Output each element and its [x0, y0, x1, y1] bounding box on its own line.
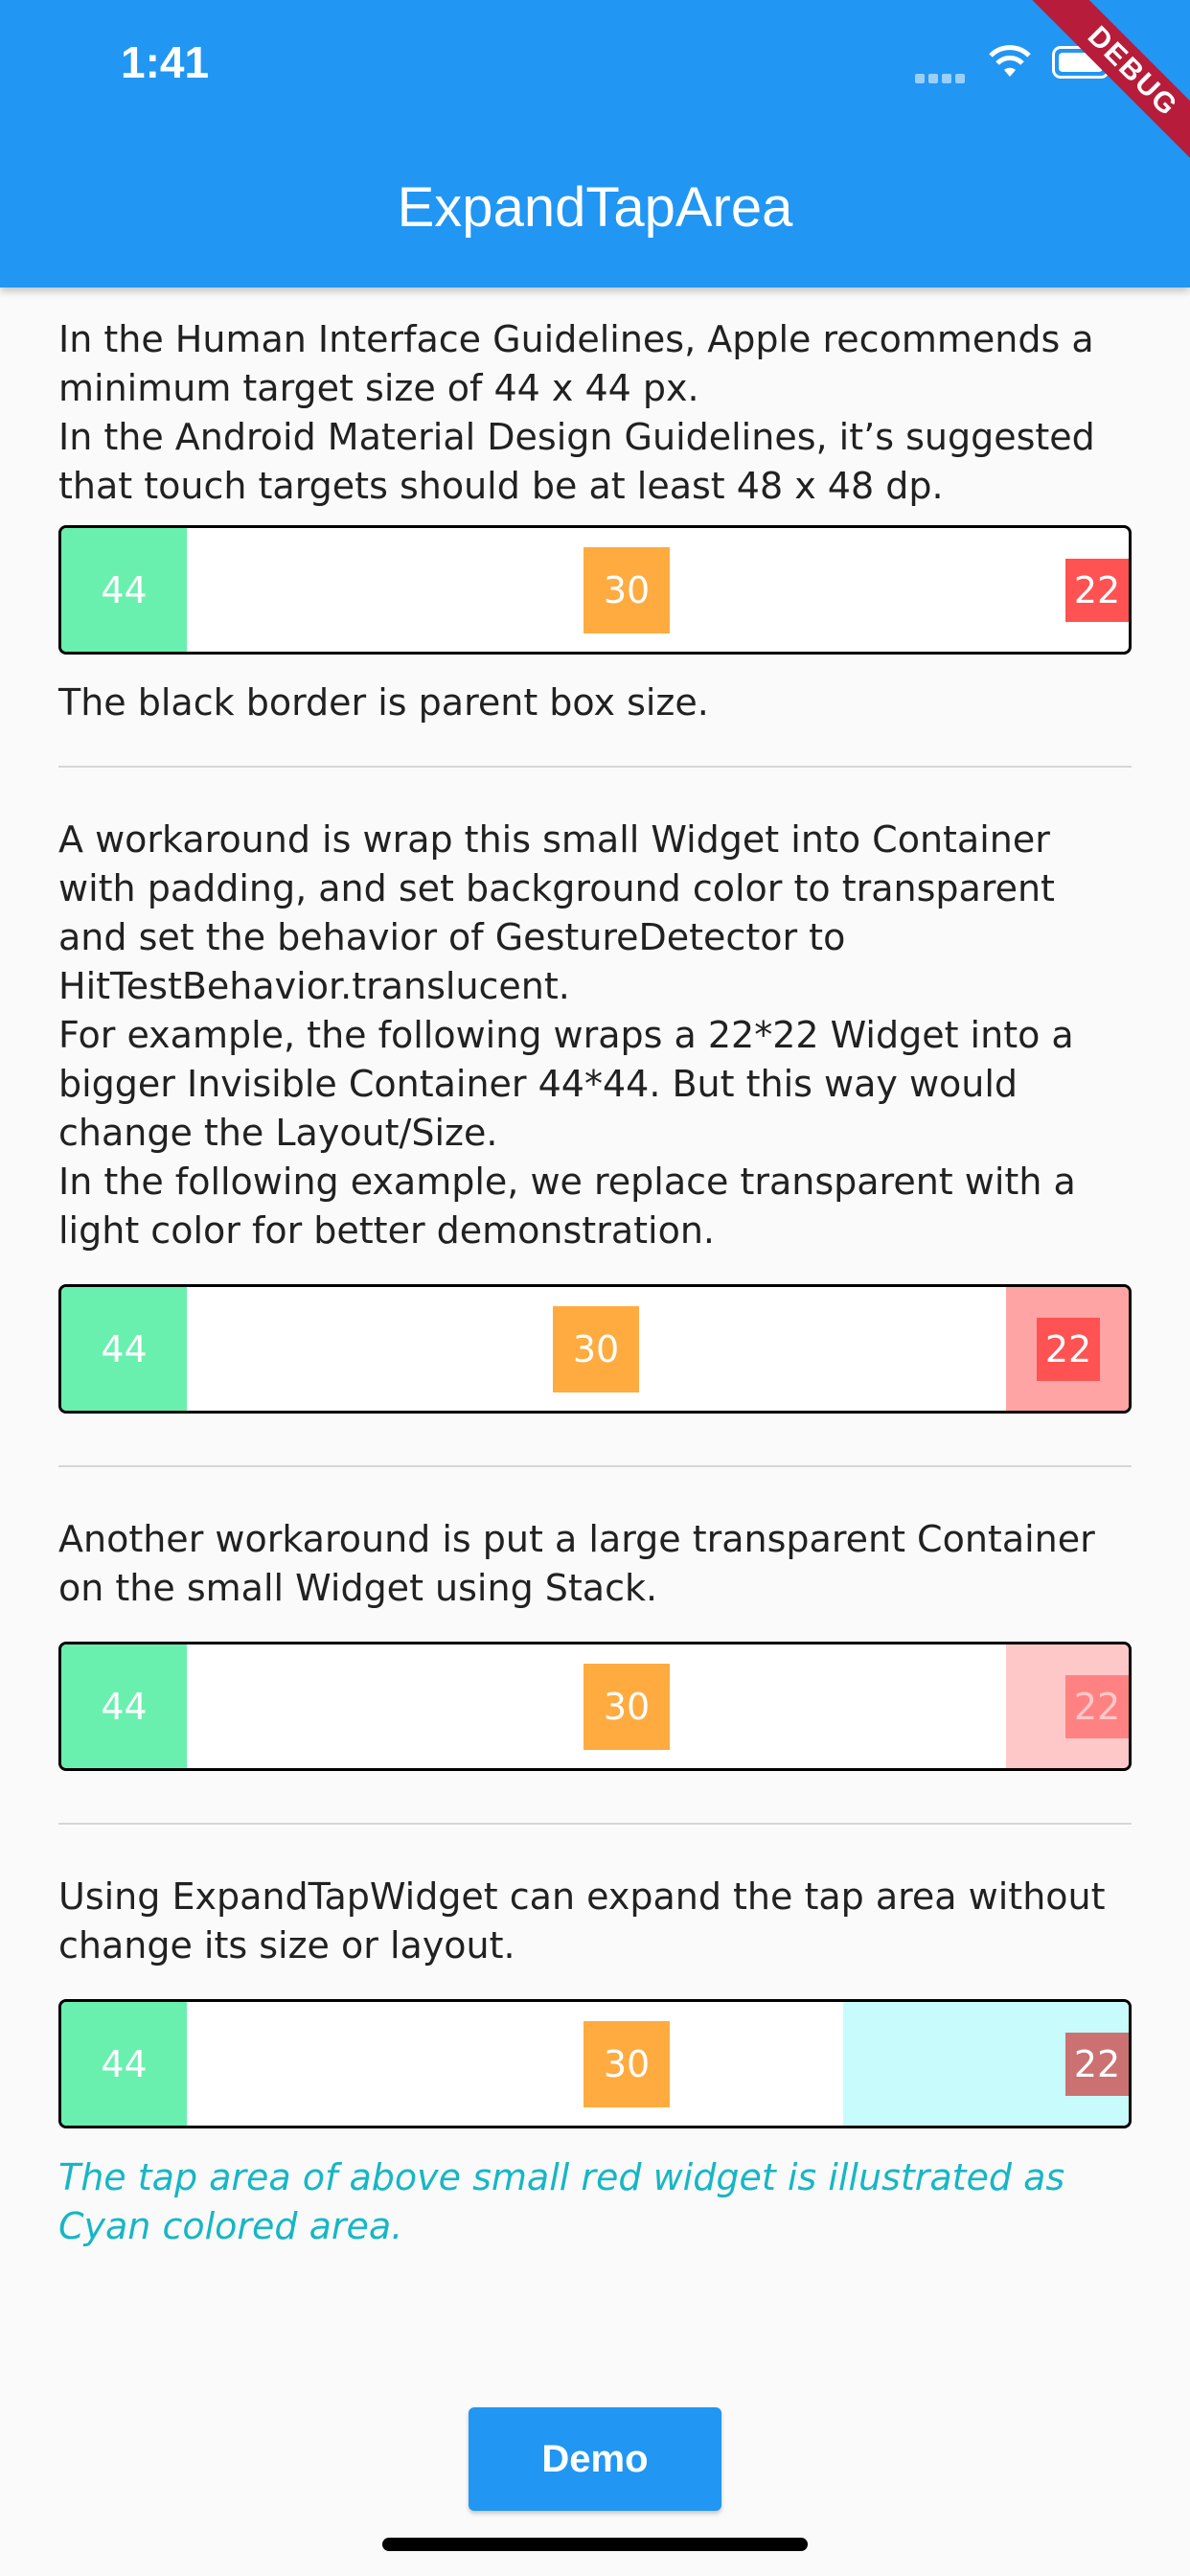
home-indicator	[382, 2538, 808, 2551]
divider	[58, 1823, 1132, 1825]
target-30[interactable]: 30	[584, 1663, 670, 1750]
section-note: The tap area of above small red widget i…	[58, 2156, 1065, 2247]
section-text: Another workaround is put a large transp…	[58, 1518, 1095, 1609]
target-30[interactable]: 30	[584, 2020, 670, 2107]
parent-box: 44 30 22	[58, 525, 1132, 655]
target-44[interactable]: 44	[61, 1287, 187, 1411]
section-expand-tap-widget: Using ExpandTapWidget can expand the tap…	[58, 1873, 1132, 2251]
content-list[interactable]: In the Human Interface Guidelines, Apple…	[58, 288, 1132, 2251]
section-stack-workaround: Another workaround is put a large transp…	[58, 1515, 1132, 1771]
target-22[interactable]: 22	[1065, 558, 1129, 622]
target-22[interactable]: 22	[1065, 2032, 1129, 2096]
cellular-signal-icon	[915, 69, 973, 83]
parent-box: 44 30 22	[58, 1999, 1132, 2128]
parent-box: 44 30 22	[58, 1642, 1132, 1771]
target-30[interactable]: 30	[553, 1305, 639, 1392]
section-text: Using ExpandTapWidget can expand the tap…	[58, 1875, 1106, 1966]
target-30[interactable]: 30	[584, 546, 670, 633]
target-44[interactable]: 44	[61, 2002, 187, 2126]
section-text: In the Human Interface Guidelines, Apple…	[58, 318, 1095, 507]
section-text: A workaround is wrap this small Widget i…	[58, 818, 1076, 1252]
target-44[interactable]: 44	[61, 528, 187, 652]
target-22[interactable]: 22	[1037, 1317, 1100, 1381]
demo-button[interactable]: Demo	[469, 2407, 721, 2511]
target-44[interactable]: 44	[61, 1644, 187, 1768]
divider	[58, 766, 1132, 768]
section-guidelines: In the Human Interface Guidelines, Apple…	[58, 315, 1132, 727]
status-time: 1:41	[121, 37, 210, 87]
debug-banner: DEBUG	[998, 0, 1190, 192]
section-padding-workaround: A workaround is wrap this small Widget i…	[58, 816, 1132, 1414]
divider	[58, 1465, 1132, 1467]
stack-overlay-container[interactable]	[1006, 1644, 1129, 1768]
section-note: The black border is parent box size.	[58, 681, 709, 724]
parent-box: 44 30 22	[58, 1284, 1132, 1414]
